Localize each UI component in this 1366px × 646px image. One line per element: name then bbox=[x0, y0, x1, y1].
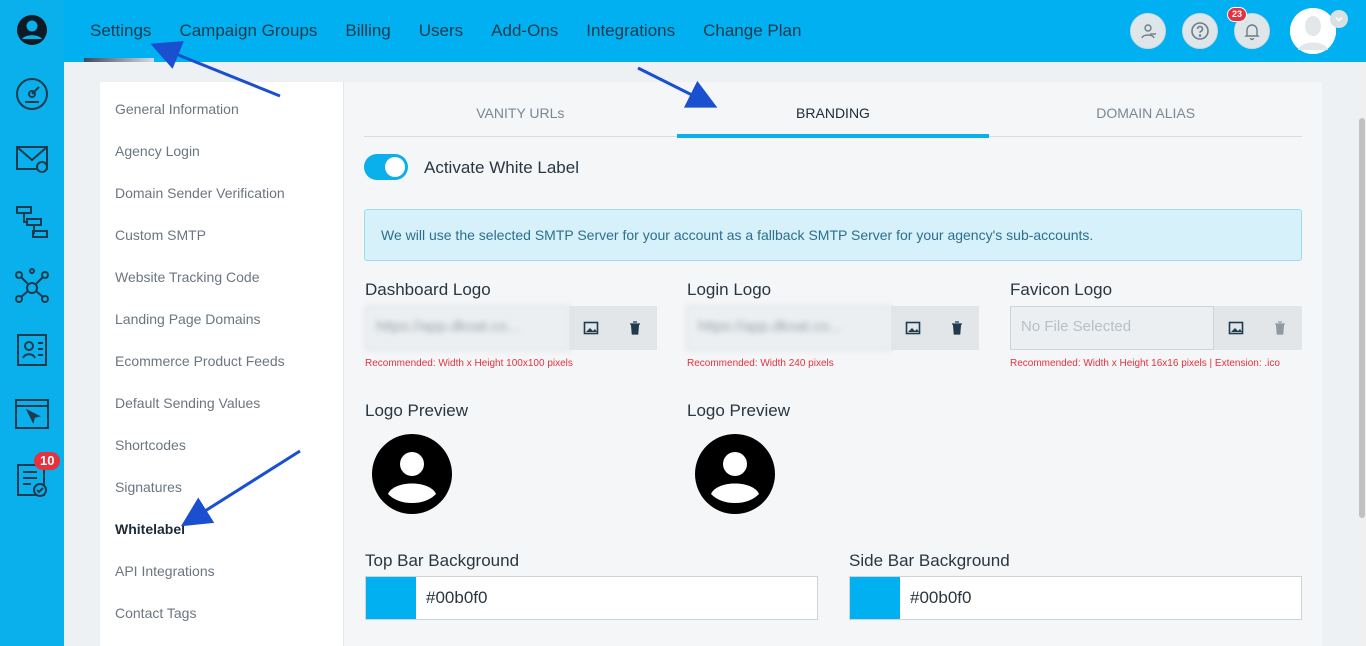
side-bar-background-title: Side Bar Background bbox=[849, 551, 1010, 570]
dashboard-logo-preview-icon bbox=[372, 434, 452, 514]
user-avatar[interactable] bbox=[1290, 8, 1348, 54]
login-logo-preview-title: Logo Preview bbox=[687, 401, 791, 420]
side-bar-color-swatch[interactable] bbox=[850, 577, 900, 619]
email-campaign-icon[interactable] bbox=[0, 130, 64, 186]
login-logo-upload: https://app.dkoat.co... bbox=[687, 306, 979, 350]
trash-icon[interactable] bbox=[1272, 320, 1288, 336]
menu-whitelabel[interactable]: Whitelabel bbox=[115, 521, 185, 537]
login-logo-title: Login Logo bbox=[687, 280, 772, 299]
menu-contact-tags[interactable]: Contact Tags bbox=[115, 605, 196, 621]
favicon-logo-title: Favicon Logo bbox=[1010, 280, 1113, 299]
top-bar: Settings Campaign Groups Billing Users A… bbox=[64, 0, 1366, 62]
menu-shortcodes[interactable]: Shortcodes bbox=[115, 437, 186, 453]
contacts-list-icon[interactable] bbox=[0, 322, 64, 378]
favicon-logo-hint: Recommended: Width x Height 16x16 pixels… bbox=[1010, 358, 1280, 369]
nav-integrations[interactable]: Integrations bbox=[572, 0, 689, 62]
trash-icon[interactable] bbox=[949, 320, 965, 336]
tasks-badge: 10 bbox=[34, 452, 61, 470]
page-scrollbar[interactable] bbox=[1358, 62, 1366, 646]
avatar-silhouette-icon bbox=[1290, 8, 1336, 54]
top-bar-background-title: Top Bar Background bbox=[365, 551, 520, 570]
nav-change-plan[interactable]: Change Plan bbox=[689, 0, 815, 62]
trash-icon[interactable] bbox=[627, 320, 643, 336]
top-bar-color-swatch[interactable] bbox=[366, 577, 416, 619]
dashboard-logo-hint: Recommended: Width x Height 100x100 pixe… bbox=[365, 358, 573, 369]
active-nav-indicator bbox=[84, 58, 154, 62]
browser-pointer-icon[interactable] bbox=[0, 386, 64, 442]
tab-vanity-urls[interactable]: VANITY URLs bbox=[364, 82, 677, 136]
account-switch-button[interactable] bbox=[1130, 13, 1166, 49]
favicon-logo-input[interactable]: No File Selected bbox=[1010, 306, 1214, 350]
nav-users[interactable]: Users bbox=[405, 0, 477, 62]
users-cloud-icon bbox=[1141, 24, 1156, 39]
dashboard-gauge-icon[interactable] bbox=[0, 66, 64, 122]
login-logo-preview-icon bbox=[695, 434, 775, 514]
menu-agency-login[interactable]: Agency Login bbox=[115, 143, 200, 159]
dashboard-logo-input[interactable]: https://app.dkoat.co... bbox=[365, 306, 569, 350]
login-logo-input[interactable]: https://app.dkoat.co... bbox=[687, 306, 891, 350]
tab-domain-alias[interactable]: DOMAIN ALIAS bbox=[989, 82, 1302, 136]
chevron-down-icon[interactable] bbox=[1330, 10, 1348, 28]
login-logo-hint: Recommended: Width 240 pixels bbox=[687, 358, 834, 369]
icon-rail: 10 bbox=[0, 0, 64, 646]
menu-landing-page-domains[interactable]: Landing Page Domains bbox=[115, 311, 261, 327]
image-upload-icon[interactable] bbox=[583, 320, 599, 336]
menu-ecommerce-product-feeds[interactable]: Ecommerce Product Feeds bbox=[115, 353, 285, 369]
top-bar-background-field[interactable]: #00b0f0 bbox=[365, 576, 818, 620]
tasks-clipboard-icon[interactable]: 10 bbox=[0, 452, 64, 508]
top-actions: 23 bbox=[1114, 7, 1348, 54]
dashboard-logo-preview-title: Logo Preview bbox=[365, 401, 469, 420]
menu-domain-sender-verification[interactable]: Domain Sender Verification bbox=[115, 185, 285, 201]
settings-menu: General Information Agency Login Domain … bbox=[100, 82, 344, 646]
image-upload-icon[interactable] bbox=[1228, 320, 1244, 336]
menu-signatures[interactable]: Signatures bbox=[115, 479, 182, 495]
menu-custom-smtp[interactable]: Custom SMTP bbox=[115, 227, 206, 243]
user-circle-icon[interactable] bbox=[0, 2, 64, 58]
menu-website-tracking-code[interactable]: Website Tracking Code bbox=[115, 269, 259, 285]
top-nav: Settings Campaign Groups Billing Users A… bbox=[76, 0, 815, 62]
help-button[interactable] bbox=[1182, 13, 1218, 49]
dashboard-logo-title: Dashboard Logo bbox=[365, 280, 491, 299]
menu-api-integrations[interactable]: API Integrations bbox=[115, 563, 215, 579]
notifications-button[interactable]: 23 bbox=[1227, 7, 1270, 49]
network-hub-icon[interactable] bbox=[0, 258, 64, 314]
tab-branding[interactable]: BRANDING bbox=[676, 82, 990, 138]
menu-general-information[interactable]: General Information bbox=[115, 101, 239, 117]
nav-settings[interactable]: Settings bbox=[76, 0, 165, 62]
dashboard-logo-upload: https://app.dkoat.co... bbox=[365, 306, 657, 350]
tab-bar: VANITY URLs BRANDING DOMAIN ALIAS bbox=[364, 82, 1302, 138]
favicon-logo-upload: No File Selected bbox=[1010, 306, 1302, 350]
scroll-thumb[interactable] bbox=[1359, 118, 1365, 518]
top-bar-color-value[interactable]: #00b0f0 bbox=[416, 577, 497, 619]
question-icon bbox=[1191, 22, 1209, 40]
side-bar-background-field[interactable]: #00b0f0 bbox=[849, 576, 1302, 620]
nav-billing[interactable]: Billing bbox=[331, 0, 404, 62]
nav-add-ons[interactable]: Add-Ons bbox=[477, 0, 572, 62]
side-bar-color-value[interactable]: #00b0f0 bbox=[900, 577, 981, 619]
image-upload-icon[interactable] bbox=[905, 320, 921, 336]
info-banner: We will use the selected SMTP Server for… bbox=[364, 209, 1302, 261]
white-label-toggle[interactable] bbox=[364, 154, 408, 180]
branding-panel: VANITY URLs BRANDING DOMAIN ALIAS Activa… bbox=[344, 82, 1322, 646]
automation-flow-icon[interactable] bbox=[0, 194, 64, 250]
nav-campaign-groups[interactable]: Campaign Groups bbox=[165, 0, 331, 62]
white-label-toggle-label: Activate White Label bbox=[424, 158, 579, 177]
menu-default-sending-values[interactable]: Default Sending Values bbox=[115, 395, 260, 411]
bell-icon bbox=[1244, 24, 1260, 41]
notification-count: 23 bbox=[1227, 7, 1248, 22]
